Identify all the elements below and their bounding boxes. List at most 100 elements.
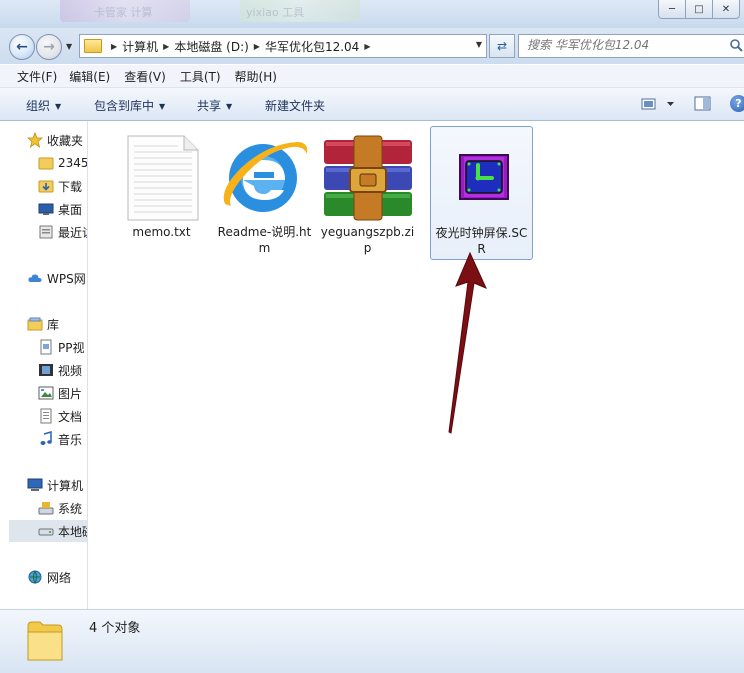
winrar-archive-icon [323, 135, 412, 221]
video-icon [39, 364, 53, 376]
help-icon[interactable]: ? [730, 95, 744, 112]
recent-places-icon [39, 225, 53, 239]
chevron-down-icon: ▼ [55, 102, 62, 111]
minimize-button[interactable]: ─ [658, 0, 686, 19]
nav-favorites[interactable]: 收藏夹 [9, 129, 87, 151]
file-item-readme[interactable]: Readme-说明.htm [213, 126, 316, 260]
clock-screensaver-icon [458, 154, 509, 200]
nav-libraries-label: 库 [47, 317, 60, 332]
nav-item-2345[interactable]: 2345 [9, 152, 87, 174]
address-history-dropdown[interactable]: ▼ [476, 40, 482, 49]
file-name: Readme-说明.htm [217, 225, 312, 255]
background-tab-label: yixiao 工具 [246, 6, 305, 19]
music-note-icon [40, 431, 52, 445]
forward-button[interactable]: → [36, 34, 62, 60]
nav-item-music[interactable]: 音乐 [9, 428, 87, 450]
file-name: memo.txt [132, 225, 191, 239]
preview-pane-icon[interactable] [694, 96, 712, 112]
maximize-button[interactable]: □ [686, 0, 713, 19]
change-view-button[interactable] [641, 96, 677, 112]
menu-tools[interactable]: 工具(T) [172, 68, 227, 85]
organize-button[interactable]: 组织 ▼ [26, 97, 61, 114]
background-tab-label: 卡管家 计算 [94, 6, 153, 19]
nav-libraries[interactable]: 库 [9, 313, 87, 335]
nav-item-label: 最近访 [58, 225, 87, 240]
picture-icon [38, 386, 54, 400]
search-input[interactable] [519, 35, 707, 55]
window-controls: ─ □ ✕ [658, 0, 740, 19]
nav-computer-label: 计算机 [47, 478, 84, 493]
back-button[interactable]: ← [9, 34, 35, 60]
refresh-button[interactable]: ⇄ [489, 34, 515, 58]
arrow-right-icon: → [43, 39, 55, 55]
title-bar: 卡管家 计算 yixiao 工具 ─ □ ✕ [0, 0, 744, 28]
folder-icon [84, 39, 102, 53]
close-button[interactable]: ✕ [713, 0, 740, 19]
nav-item-label: 2345 [58, 156, 87, 170]
nav-item-label: 本地磁 [58, 524, 87, 539]
star-icon [27, 132, 43, 148]
recent-pages-dropdown[interactable]: ▼ [66, 42, 72, 51]
menu-view[interactable]: 查看(V) [116, 68, 172, 85]
command-bar: 组织 ▼ 包含到库中 ▼ 共享 ▼ 新建文件夹 ? [0, 88, 744, 121]
menu-file[interactable]: 文件(F) [0, 68, 63, 85]
desktop-icon [38, 203, 54, 215]
breadcrumb-current-folder[interactable]: 华军优化包12.04 [265, 38, 359, 55]
nav-item-desktop[interactable]: 桌面 [9, 198, 87, 220]
chevron-down-icon: ▼ [159, 102, 166, 111]
nav-item-pp-video[interactable]: PP视 [9, 336, 87, 358]
text-file-icon [127, 135, 198, 221]
nav-item-pictures[interactable]: 图片 [9, 382, 87, 404]
nav-item-label: 图片 [58, 386, 83, 401]
share-button[interactable]: 共享 ▼ [197, 97, 232, 114]
nav-item-label: 音乐 [58, 432, 83, 447]
new-folder-button[interactable]: 新建文件夹 [265, 97, 325, 114]
chevron-down-icon: ▼ [226, 102, 233, 111]
arrow-left-icon: ← [16, 39, 28, 55]
address-bar[interactable]: ▶ 计算机 ▶ 本地磁盘 (D:) ▶ 华军优化包12.04 ▶ ▼ [79, 34, 487, 58]
chevron-right-icon[interactable]: ▶ [163, 42, 169, 51]
search-box[interactable] [518, 34, 744, 58]
breadcrumb-computer[interactable]: 计算机 [122, 38, 158, 55]
include-in-library-button[interactable]: 包含到库中 ▼ [94, 97, 165, 114]
drive-icon [38, 528, 54, 536]
nav-item-local-disk[interactable]: 本地磁 [9, 520, 87, 542]
nav-item-label: 视频 [58, 363, 83, 378]
file-item-memo[interactable]: memo.txt [110, 126, 213, 260]
chevron-right-icon[interactable]: ▶ [254, 42, 260, 51]
nav-wps[interactable]: WPS网 [9, 267, 87, 289]
file-item-screensaver[interactable]: 夜光时钟屏保.SCR [430, 126, 533, 260]
nav-network-label: 网络 [47, 570, 72, 585]
nav-computer[interactable]: 计算机 [9, 474, 87, 496]
internet-explorer-icon [223, 142, 307, 212]
file-item-zip[interactable]: yeguangszpb.zip [316, 126, 419, 260]
menu-bar: 文件(F) 编辑(E) 查看(V) 工具(T) 帮助(H) [0, 65, 744, 88]
nav-item-system[interactable]: 系统 [9, 497, 87, 519]
file-list[interactable]: memo.txt Readme-说明.htm yeguangszpb.zip 夜… [88, 121, 744, 609]
nav-item-downloads[interactable]: 下载 [9, 175, 87, 197]
system-drive-icon [38, 502, 54, 515]
download-folder-icon [38, 180, 54, 193]
nav-item-documents[interactable]: 文档 [9, 405, 87, 427]
include-in-library-label: 包含到库中 [94, 99, 155, 113]
nav-favorites-label: 收藏夹 [47, 133, 84, 148]
background-window-tab: yixiao 工具 [240, 0, 360, 22]
cloud-icon [28, 274, 42, 282]
refresh-icon: ⇄ [496, 39, 508, 53]
search-icon[interactable] [729, 38, 743, 52]
nav-item-videos[interactable]: 视频 [9, 359, 87, 381]
nav-item-label: 文档 [58, 409, 83, 424]
nav-item-recent[interactable]: 最近访 [9, 221, 87, 243]
computer-icon [27, 478, 43, 491]
nav-network[interactable]: 网络 [9, 566, 87, 588]
chevron-right-icon[interactable]: ▶ [111, 42, 117, 51]
menu-edit[interactable]: 编辑(E) [63, 68, 116, 85]
nav-item-label: PP视 [58, 340, 85, 355]
nav-wps-label: WPS网 [47, 271, 86, 286]
breadcrumb-local-disk[interactable]: 本地磁盘 (D:) [174, 38, 248, 55]
chevron-right-icon[interactable]: ▶ [364, 42, 370, 51]
file-name: yeguangszpb.zip [320, 225, 415, 255]
menu-help[interactable]: 帮助(H) [227, 68, 283, 85]
navigation-pane: 收藏夹 2345 下载 桌面 最近访 WPS网 库 PP视 视频 图片 文档 [9, 121, 88, 609]
document-icon [40, 339, 52, 355]
